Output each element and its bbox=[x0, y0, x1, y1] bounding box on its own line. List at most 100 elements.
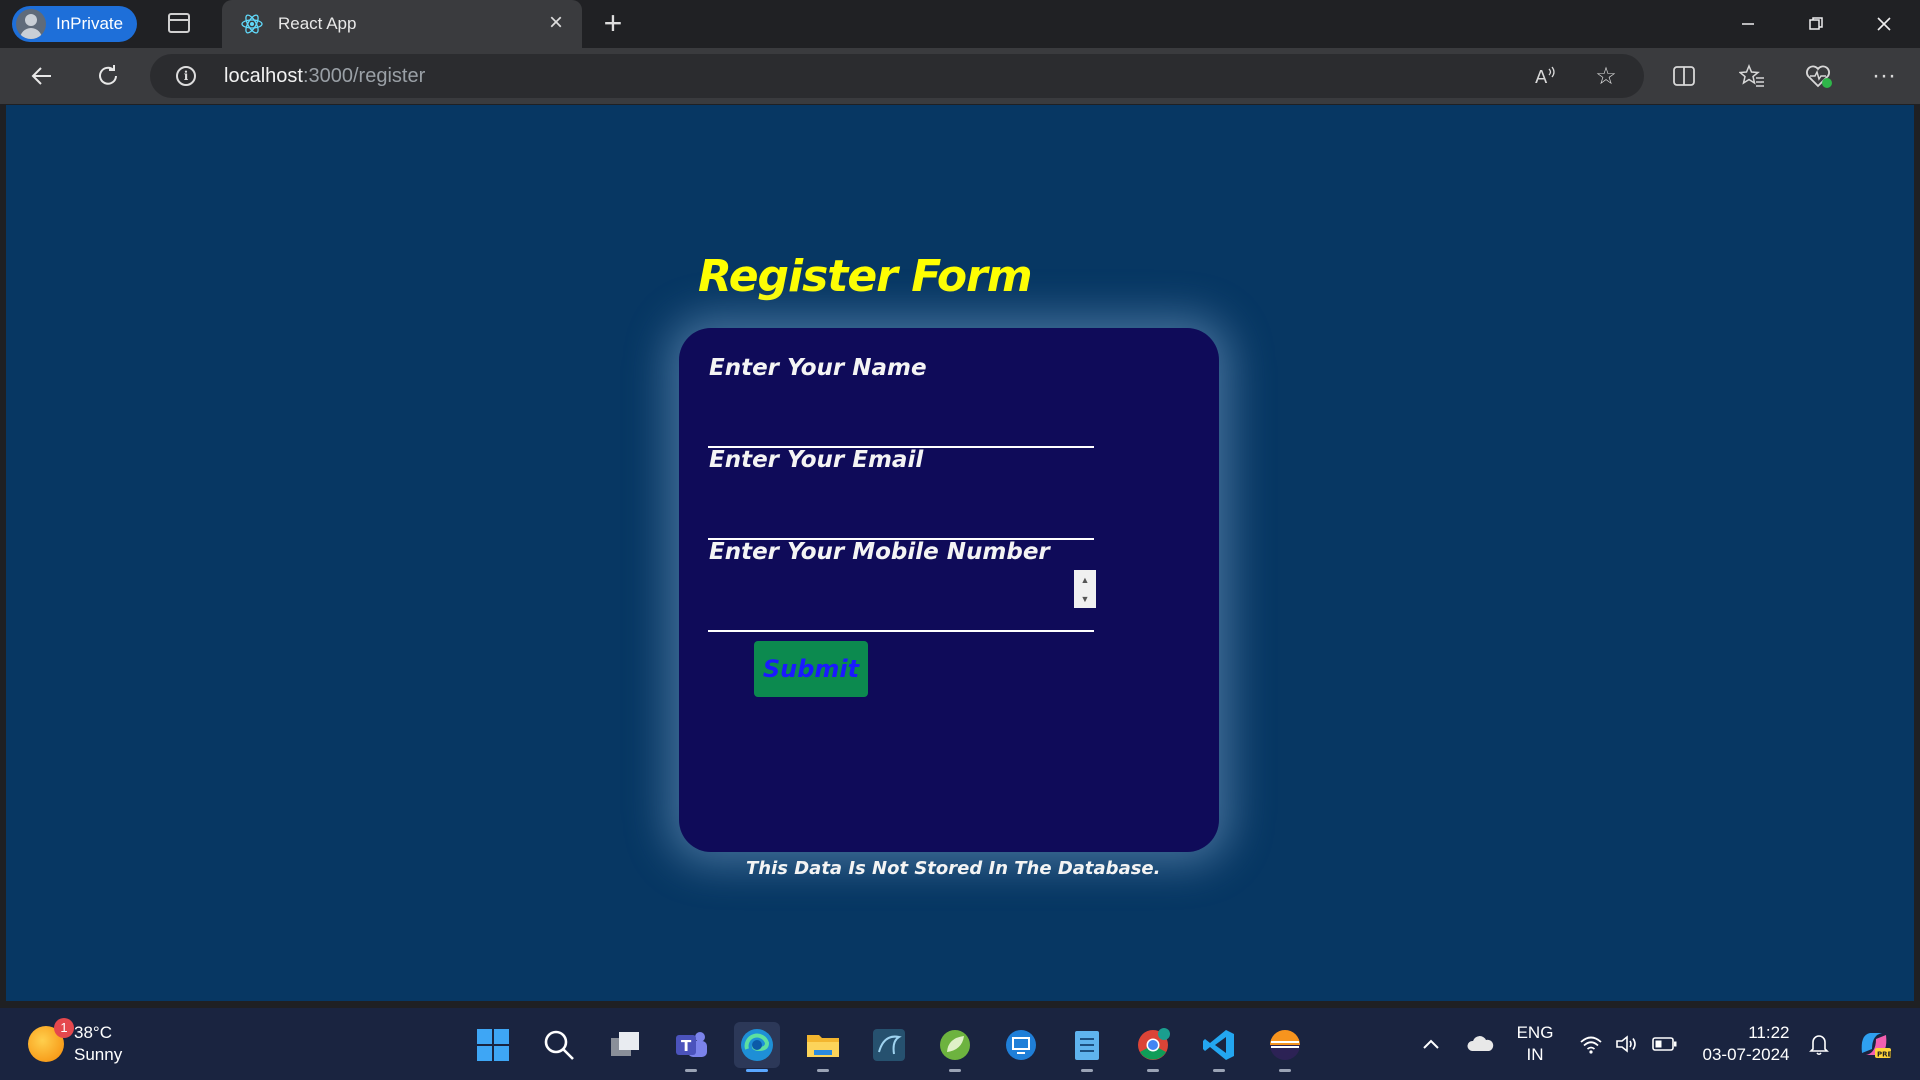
site-info-icon[interactable]: i bbox=[176, 66, 196, 86]
mobile-label: Enter Your Mobile Number bbox=[709, 539, 1050, 565]
task-view-button[interactable] bbox=[602, 1022, 648, 1068]
number-spinner[interactable]: ▲ ▼ bbox=[1074, 570, 1096, 608]
favorites-glyph-icon bbox=[1739, 64, 1764, 87]
copilot-button[interactable]: PRE bbox=[1854, 1008, 1894, 1080]
spring-tools-button[interactable] bbox=[932, 1022, 978, 1072]
volume-icon[interactable] bbox=[1614, 1008, 1640, 1080]
inprivate-button[interactable]: InPrivate bbox=[12, 6, 138, 42]
read-aloud-icon[interactable]: A bbox=[1528, 58, 1564, 94]
chevron-up-icon bbox=[1423, 1039, 1439, 1049]
spring-tools-icon bbox=[940, 1030, 970, 1060]
vscode-icon bbox=[1203, 1030, 1234, 1060]
spinner-down-icon[interactable]: ▼ bbox=[1081, 594, 1090, 604]
svg-text:T: T bbox=[681, 1037, 692, 1055]
url-path: :3000/register bbox=[302, 65, 426, 87]
chrome-icon bbox=[1138, 1028, 1170, 1060]
tab-title: React App bbox=[278, 14, 357, 33]
language-indicator[interactable]: ENG IN bbox=[1510, 1008, 1560, 1080]
mysql-workbench-icon bbox=[873, 1029, 905, 1061]
new-tab-button[interactable]: + bbox=[598, 7, 628, 39]
svg-text:PRE: PRE bbox=[1877, 1051, 1892, 1059]
split-screen-glyph-icon bbox=[1673, 66, 1695, 86]
tab-close-icon[interactable]: × bbox=[544, 11, 568, 35]
restore-button[interactable] bbox=[1782, 0, 1850, 48]
teams-button[interactable]: T bbox=[668, 1022, 714, 1072]
notepad-button[interactable] bbox=[1064, 1022, 1110, 1072]
tab-react-app[interactable]: React App × bbox=[222, 0, 582, 48]
email-input[interactable] bbox=[708, 504, 1094, 540]
eclipse-button[interactable] bbox=[1262, 1022, 1308, 1072]
file-explorer-icon bbox=[807, 1035, 839, 1057]
battery-icon[interactable] bbox=[1650, 1008, 1680, 1080]
url-host: localhost bbox=[224, 65, 303, 87]
spinner-up-icon[interactable]: ▲ bbox=[1081, 575, 1090, 585]
submit-button[interactable]: Submit bbox=[754, 641, 868, 697]
favorites-icon[interactable] bbox=[1734, 58, 1770, 94]
browser-toolbar: i localhost:3000/register A ☆ ··· bbox=[0, 48, 1920, 104]
notification-badge: 1 bbox=[54, 1018, 74, 1038]
browser-tab-bar: InPrivate React App × + bbox=[0, 0, 1920, 48]
remote-desktop-button[interactable] bbox=[998, 1022, 1044, 1068]
show-hidden-icons-button[interactable] bbox=[1416, 1008, 1446, 1080]
refresh-button[interactable] bbox=[90, 58, 126, 94]
settings-more-icon[interactable]: ··· bbox=[1866, 58, 1902, 94]
vscode-button[interactable] bbox=[1196, 1022, 1242, 1072]
read-aloud-glyph-icon: A bbox=[1535, 66, 1555, 88]
running-indicator bbox=[949, 1069, 961, 1072]
restore-icon bbox=[1809, 17, 1823, 30]
search-button[interactable] bbox=[536, 1022, 582, 1068]
favorite-star-icon[interactable]: ☆ bbox=[1588, 58, 1624, 94]
onedrive-button[interactable] bbox=[1460, 1008, 1500, 1080]
page-title: Register Form bbox=[698, 251, 1033, 302]
edge-button[interactable] bbox=[734, 1022, 780, 1072]
inprivate-label: InPrivate bbox=[56, 14, 124, 33]
running-indicator bbox=[1147, 1069, 1159, 1072]
mobile-input[interactable] bbox=[708, 596, 1094, 632]
running-indicator bbox=[817, 1069, 829, 1072]
browser-essentials-icon[interactable] bbox=[1800, 58, 1836, 94]
remote-desktop-icon bbox=[1006, 1030, 1036, 1060]
wifi-glyph-icon bbox=[1580, 1036, 1602, 1054]
edge-icon bbox=[741, 1029, 773, 1061]
running-indicator bbox=[1279, 1069, 1291, 1072]
mysql-workbench-button[interactable] bbox=[866, 1022, 912, 1068]
start-icon bbox=[477, 1029, 509, 1061]
url-text[interactable]: localhost:3000/register bbox=[224, 65, 425, 88]
lang-line2: IN bbox=[1526, 1045, 1544, 1064]
clock-date: 03-07-2024 bbox=[1702, 1045, 1790, 1064]
email-label: Enter Your Email bbox=[709, 447, 924, 473]
clock-time: 11:22 bbox=[1748, 1023, 1790, 1042]
tab-actions-icon[interactable] bbox=[168, 13, 190, 33]
heart-pulse-icon bbox=[1806, 65, 1832, 88]
weather-widget[interactable]: 1 38°C Sunny bbox=[28, 1018, 122, 1066]
name-label: Enter Your Name bbox=[709, 355, 927, 381]
active-indicator bbox=[746, 1069, 768, 1072]
react-favicon-icon bbox=[241, 14, 263, 34]
name-input[interactable] bbox=[708, 412, 1094, 448]
eclipse-icon bbox=[1270, 1030, 1300, 1060]
bell-glyph-icon bbox=[1809, 1035, 1829, 1056]
back-button[interactable] bbox=[24, 58, 60, 94]
battery-glyph-icon bbox=[1652, 1037, 1677, 1051]
profile-avatar-icon bbox=[16, 9, 46, 39]
register-form-card: Enter Your Name Enter Your Email Enter Y… bbox=[679, 328, 1219, 852]
copilot-icon: PRE bbox=[1861, 1033, 1892, 1059]
lang-line1: ENG bbox=[1516, 1023, 1554, 1042]
sun-icon: 1 bbox=[28, 1018, 74, 1062]
svg-text:A: A bbox=[1535, 67, 1548, 88]
close-window-icon bbox=[1877, 17, 1891, 31]
speaker-icon bbox=[1616, 1035, 1636, 1053]
notifications-bell-icon[interactable] bbox=[1806, 1008, 1832, 1080]
page-viewport: Register Form Enter Your Name Enter Your… bbox=[6, 105, 1914, 1001]
start-button[interactable] bbox=[470, 1022, 516, 1068]
close-window-button[interactable] bbox=[1850, 0, 1918, 48]
taskbar: 1 38°C Sunny T ENG IN 11:22 03-07-2024 P… bbox=[0, 1008, 1920, 1080]
wifi-icon[interactable] bbox=[1578, 1008, 1604, 1080]
split-screen-icon[interactable] bbox=[1666, 58, 1702, 94]
clock[interactable]: 11:22 03-07-2024 bbox=[1694, 1008, 1798, 1080]
notepad-icon bbox=[1075, 1031, 1099, 1060]
file-explorer-button[interactable] bbox=[800, 1022, 846, 1072]
chrome-button[interactable] bbox=[1130, 1022, 1176, 1072]
address-bar[interactable]: i localhost:3000/register bbox=[150, 54, 1644, 98]
minimize-button[interactable] bbox=[1714, 0, 1782, 48]
